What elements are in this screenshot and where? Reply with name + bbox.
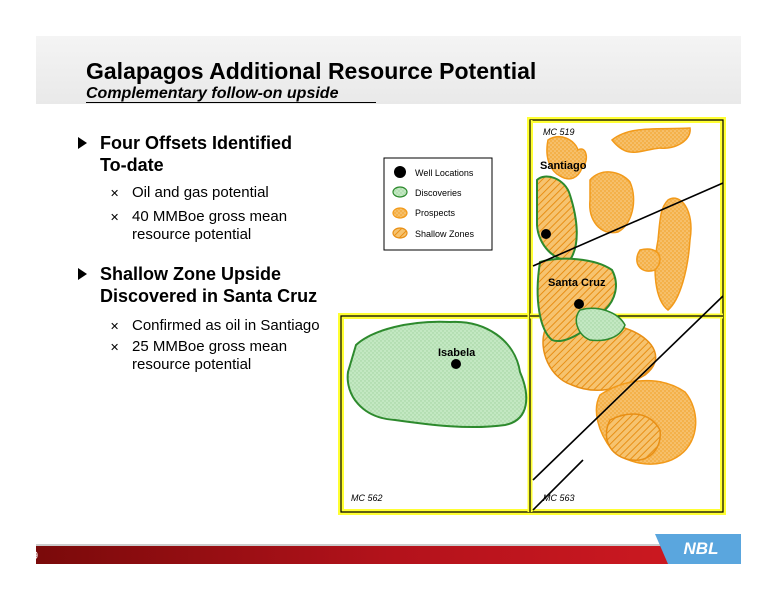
block-label: MC 519 — [543, 127, 575, 137]
legend-label: Well Locations — [415, 168, 474, 178]
legend-label: Prospects — [415, 208, 456, 218]
page-number: 9 — [32, 550, 39, 562]
field-label-santiago: Santiago — [540, 160, 587, 172]
legend-label: Shallow Zones — [415, 229, 475, 239]
discovery-isabela — [346, 320, 528, 429]
footer-bar — [36, 534, 741, 564]
well-marker — [541, 229, 551, 239]
block-label: MC 563 — [543, 493, 575, 503]
block-label: MC 562 — [351, 493, 383, 503]
prospect-area — [636, 248, 661, 272]
well-marker — [451, 359, 461, 369]
prospect-area — [605, 413, 661, 461]
prospect-area — [589, 171, 635, 234]
field-label-santa-cruz: Santa Cruz — [548, 277, 606, 289]
field-label-isabela: Isabela — [438, 347, 476, 359]
resource-map: Well Locations Discoveries Prospects Sha… — [36, 117, 741, 564]
nbl-logo: NBL — [683, 539, 719, 558]
legend-label: Discoveries — [415, 188, 462, 198]
map-legend: Well Locations Discoveries Prospects Sha… — [383, 157, 493, 251]
well-marker — [574, 299, 584, 309]
